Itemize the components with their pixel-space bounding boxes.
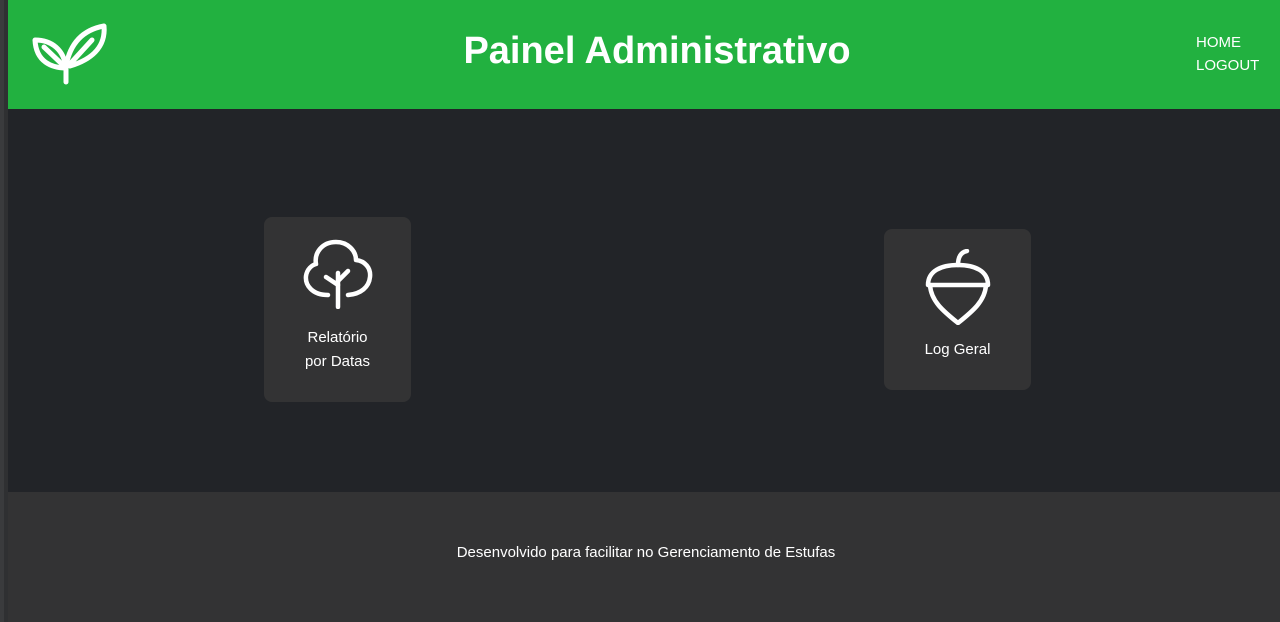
tree-icon	[264, 239, 411, 309]
page-title: Painel Administrativo	[463, 30, 851, 72]
footer-text: Desenvolvido para facilitar no Gerenciam…	[456, 544, 836, 561]
card-label-line-1: Relatório	[307, 329, 368, 346]
page-footer: Desenvolvido para facilitar no Gerenciam…	[8, 492, 1280, 622]
acorn-icon	[884, 249, 1031, 325]
page: Painel Administrativo HOME LOGOUT Relató…	[0, 0, 1280, 622]
main-content: Relatório por Datas Log Geral	[8, 109, 1280, 492]
top-header: Painel Administrativo HOME LOGOUT	[8, 0, 1280, 109]
nav-logout-link[interactable]: LOGOUT	[1196, 54, 1259, 77]
nav-home-link[interactable]: HOME	[1196, 31, 1259, 54]
general-log-card[interactable]: Log Geral	[884, 229, 1031, 390]
report-by-dates-card[interactable]: Relatório por Datas	[264, 217, 411, 402]
card-label-line-2: por Datas	[304, 353, 371, 370]
report-by-dates-label: Relatório por Datas	[264, 326, 411, 374]
top-nav: HOME LOGOUT	[1196, 31, 1259, 77]
general-log-label: Log Geral	[924, 341, 991, 358]
